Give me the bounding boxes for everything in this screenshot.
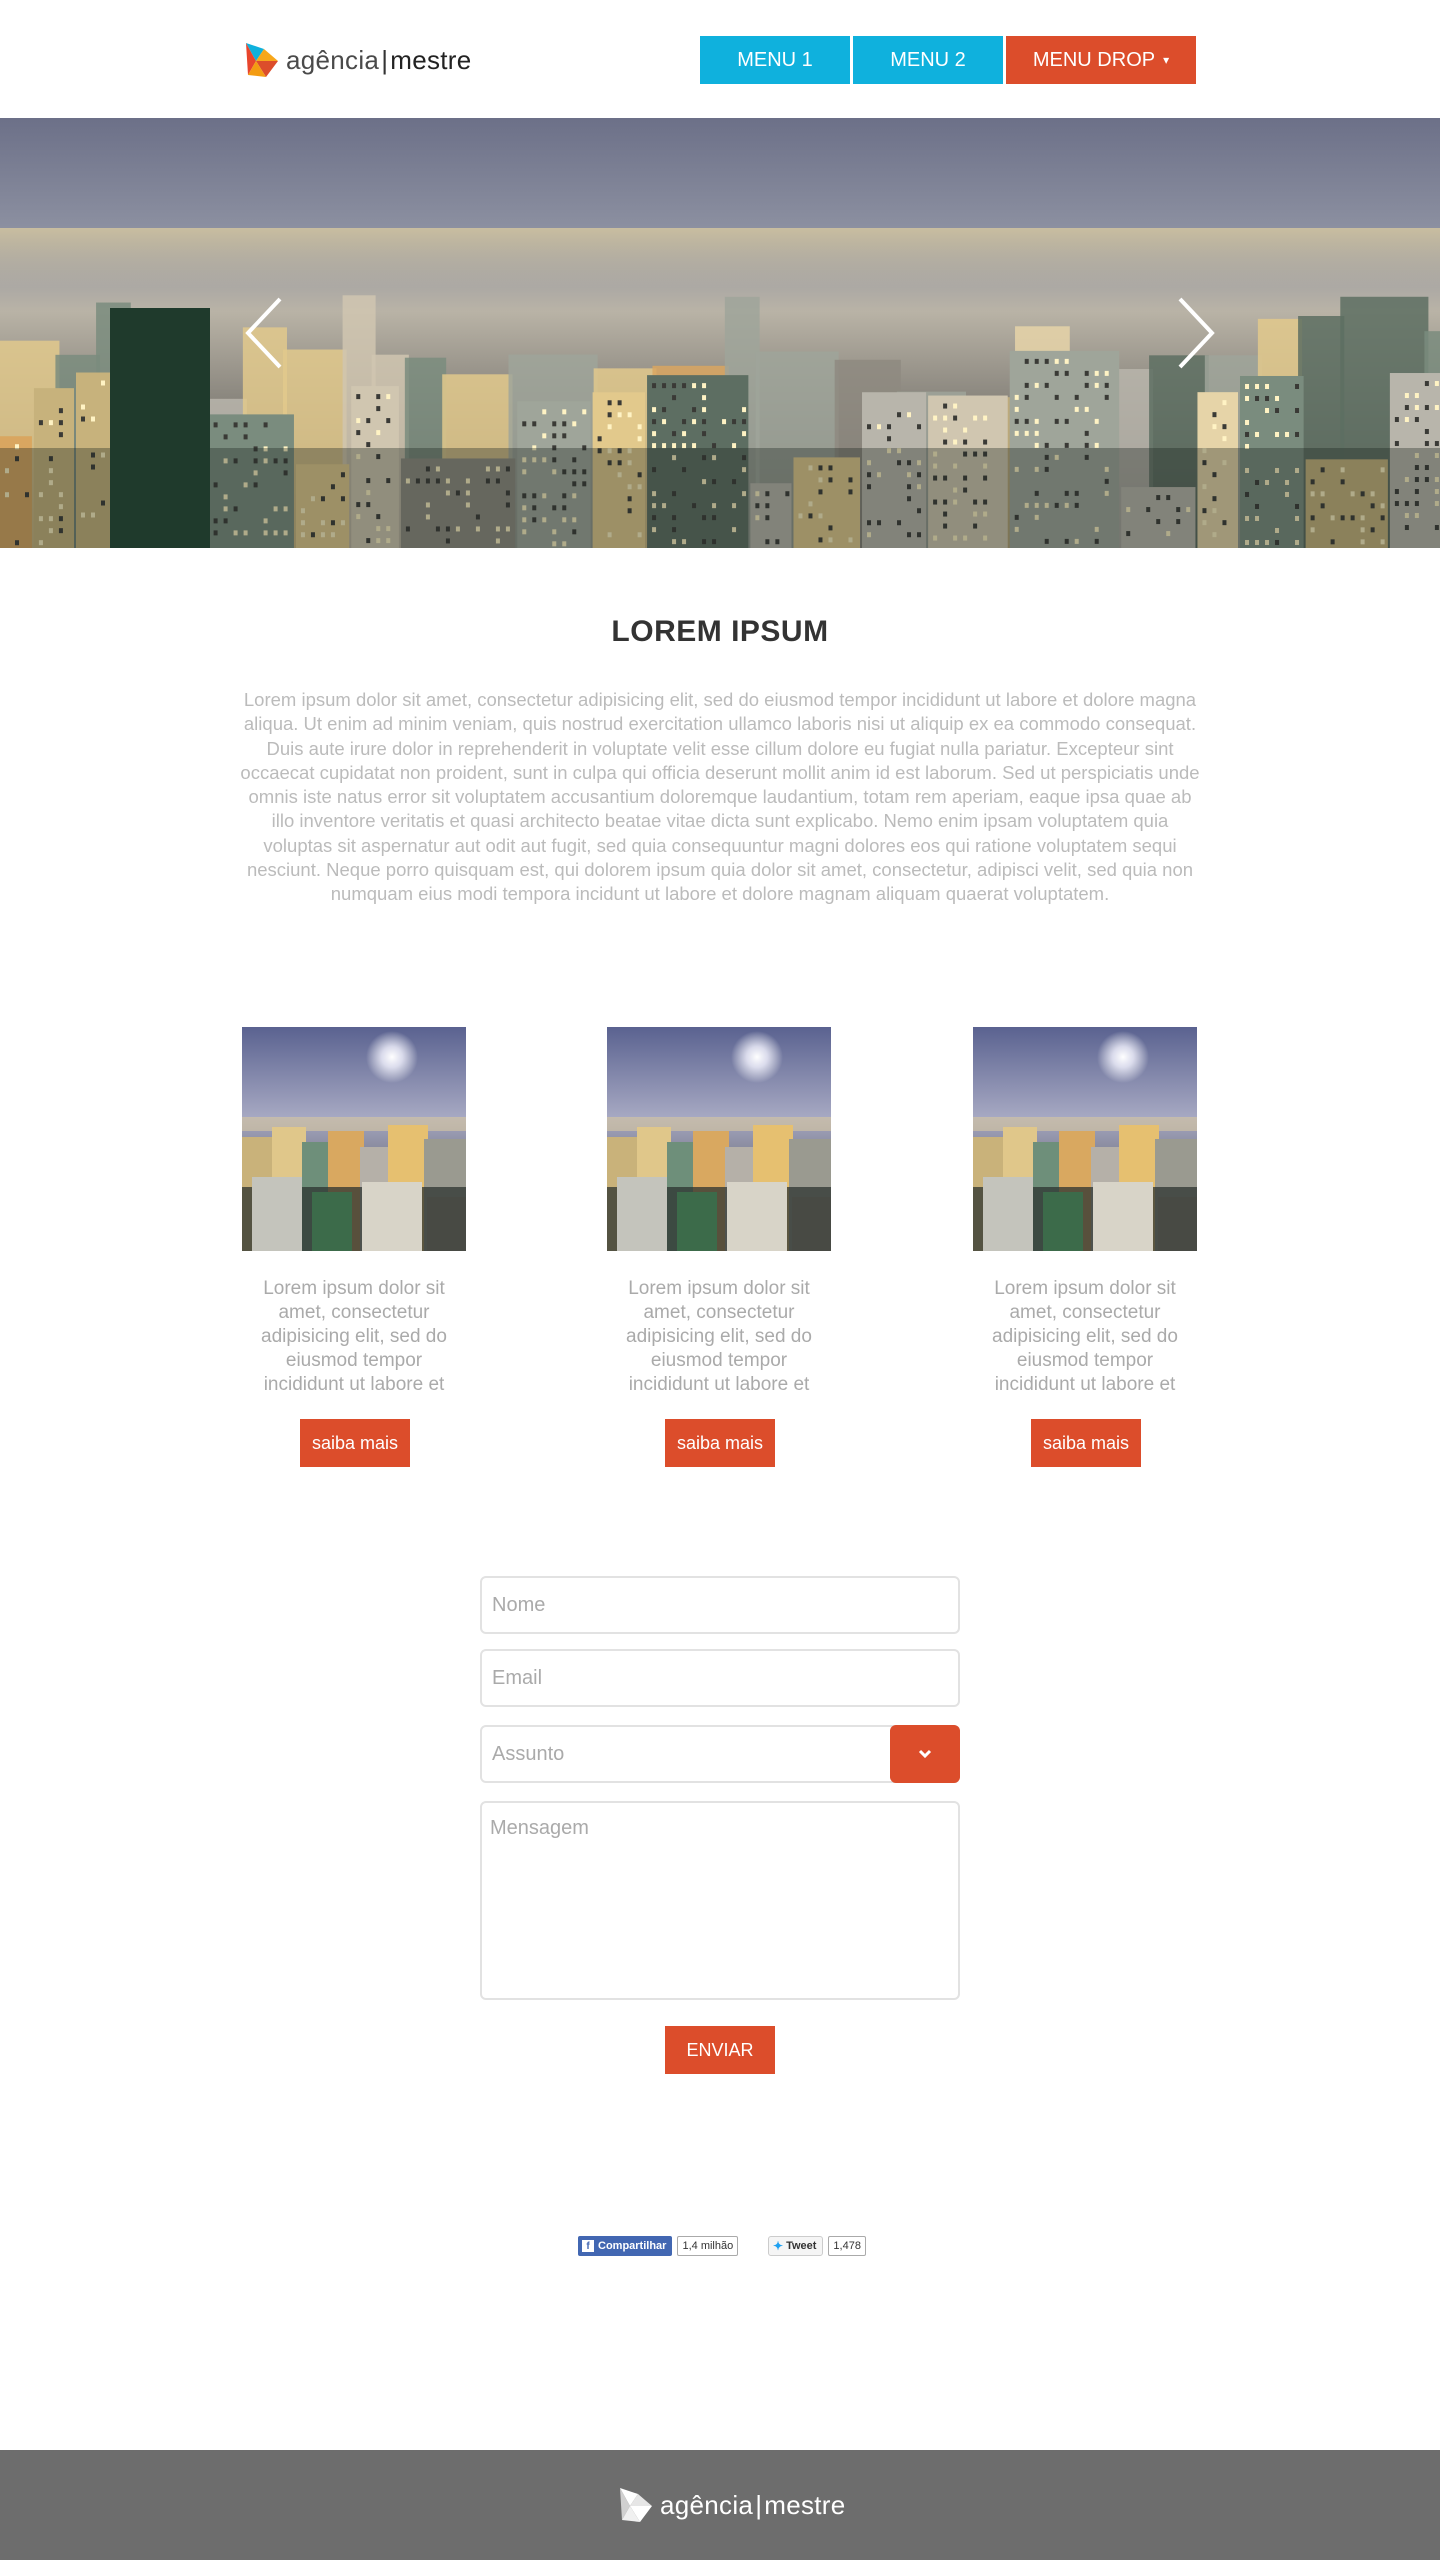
- chevron-down-icon: [918, 1749, 932, 1759]
- name-input[interactable]: [482, 1578, 958, 1632]
- facebook-share-button[interactable]: f Compartilhar: [578, 2236, 673, 2256]
- footer-brand-name-light: agência: [660, 2489, 754, 2520]
- card-text: Lorem ipsum dolor sit amet, consectetur …: [626, 1278, 812, 1395]
- tweet-button[interactable]: ✦ Tweet: [768, 2236, 824, 2256]
- footer: agência|mestre: [0, 2450, 1440, 2560]
- message-textarea[interactable]: [482, 1803, 958, 1998]
- feature-card: Lorem ipsum dolor sit amet, consectetur …: [607, 1027, 833, 1467]
- card-city-image: [607, 1027, 831, 1251]
- footer-brand-separator: |: [755, 2489, 763, 2520]
- subject-dropdown-button[interactable]: [890, 1725, 960, 1783]
- intro-paragraph: Lorem ipsum dolor sit amet, consectetur …: [240, 689, 1200, 905]
- saiba-mais-button[interactable]: saiba mais: [300, 1419, 410, 1467]
- city-night-image: [0, 118, 1440, 548]
- feature-card: Lorem ipsum dolor sit amet, consectetur …: [973, 1027, 1199, 1467]
- brand-name-bold: mestre: [390, 44, 472, 75]
- card-city-image: [242, 1027, 466, 1251]
- footer-brand-logo-icon: [620, 2488, 652, 2522]
- nav-menu-1-label: MENU 1: [737, 48, 813, 71]
- facebook-share-count: 1,4 milhão: [677, 2236, 739, 2256]
- nav-menu-drop-button[interactable]: MENU DROP ▾: [1006, 36, 1196, 84]
- hero-slider: [0, 118, 1440, 548]
- subject-select[interactable]: [480, 1725, 960, 1783]
- feature-card: Lorem ipsum dolor sit amet, consectetur …: [242, 1027, 468, 1467]
- card-text: Lorem ipsum dolor sit amet, consectetur …: [992, 1278, 1178, 1395]
- footer-brand-name-bold: mestre: [764, 2489, 846, 2520]
- hero-next-chevron-right-icon[interactable]: [1170, 293, 1220, 373]
- nav-menu-1-button[interactable]: MENU 1: [700, 36, 850, 84]
- hero-prev-chevron-left-icon[interactable]: [240, 293, 290, 373]
- facebook-share: f Compartilhar 1,4 milhão: [578, 2236, 739, 2256]
- nav-menu-2-label: MENU 2: [890, 48, 966, 71]
- message-field[interactable]: [480, 1801, 960, 2000]
- saiba-mais-button[interactable]: saiba mais: [1031, 1419, 1141, 1467]
- subject-input[interactable]: [482, 1727, 958, 1781]
- caret-down-icon: ▾: [1163, 53, 1170, 67]
- tweet-label: Tweet: [786, 2240, 817, 2252]
- brand-logo[interactable]: agência|mestre: [242, 38, 472, 82]
- submit-button[interactable]: ENVIAR: [665, 2026, 775, 2074]
- email-input[interactable]: [482, 1651, 958, 1705]
- main-nav: MENU 1 MENU 2 MENU DROP ▾: [700, 36, 1196, 84]
- nav-menu-drop-label: MENU DROP: [1032, 48, 1156, 71]
- brand-separator: |: [381, 44, 389, 75]
- header: agência|mestre MENU 1 MENU 2 MENU DROP ▾: [0, 0, 1440, 118]
- twitter-share: ✦ Tweet 1,478: [768, 2236, 866, 2256]
- card-city-image: [973, 1027, 1197, 1251]
- name-field[interactable]: [480, 1576, 960, 1634]
- footer-brand-logo[interactable]: agência|mestre: [616, 2484, 846, 2526]
- brand-logo-icon: [246, 43, 278, 77]
- email-field[interactable]: [480, 1649, 960, 1707]
- saiba-mais-button[interactable]: saiba mais: [665, 1419, 775, 1467]
- twitter-bird-icon: ✦: [773, 2239, 784, 2253]
- card-text: Lorem ipsum dolor sit amet, consectetur …: [261, 1278, 447, 1395]
- facebook-icon: f: [582, 2240, 594, 2252]
- nav-menu-2-button[interactable]: MENU 2: [853, 36, 1003, 84]
- brand-name-light: agência: [286, 44, 380, 75]
- tweet-count: 1,478: [828, 2236, 866, 2256]
- facebook-share-label: Compartilhar: [598, 2240, 667, 2252]
- intro-title: LOREM IPSUM: [611, 615, 829, 648]
